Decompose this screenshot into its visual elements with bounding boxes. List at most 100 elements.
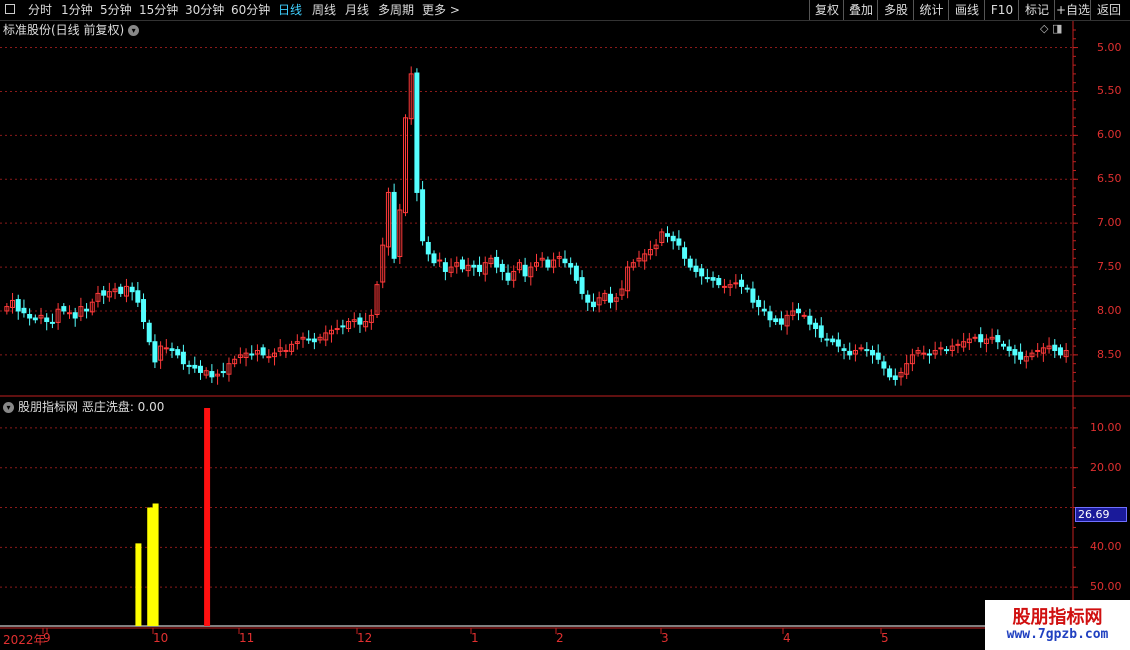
toolbar-button-8[interactable]: 返回 <box>1090 0 1127 20</box>
candlestick <box>27 313 33 319</box>
candlestick <box>739 279 745 287</box>
candlestick <box>1035 349 1041 352</box>
candlestick <box>431 253 437 264</box>
candlestick <box>209 371 215 378</box>
watermark-url: www.7gpzb.com <box>1006 627 1109 642</box>
candlestick <box>926 353 932 356</box>
stock-title[interactable]: 标准股份(日线 前复权) ▾ <box>3 21 140 38</box>
chevron-down-icon[interactable]: ▾ <box>128 25 140 36</box>
toolbar-button-4[interactable]: 画线 <box>948 0 985 20</box>
candlestick <box>306 338 312 341</box>
candlestick <box>505 272 511 281</box>
period-tab-10[interactable]: 更多 > <box>422 1 460 19</box>
candlestick <box>733 282 739 285</box>
current-value-badge: 26.69 <box>1075 507 1127 522</box>
period-tab-2[interactable]: 5分钟 <box>100 1 132 19</box>
candlestick <box>442 262 448 272</box>
diamond-icon[interactable]: ◇ <box>1040 22 1048 35</box>
indicator-tick-label: 50.00 <box>1090 580 1122 594</box>
candlestick <box>175 349 181 356</box>
candlestick <box>477 264 483 272</box>
candlestick <box>163 347 169 350</box>
candlestick <box>141 299 147 323</box>
indicator-title[interactable]: ▾ 股朋指标网 恶庄洗盘: 0.00 <box>3 398 164 415</box>
candlestick <box>72 312 78 319</box>
candlestick <box>955 343 961 346</box>
period-tab-8[interactable]: 月线 <box>345 1 369 19</box>
candlestick <box>818 325 824 338</box>
toolbar-button-3[interactable]: 统计 <box>913 0 949 20</box>
candlestick <box>414 72 420 193</box>
candlestick <box>978 334 984 343</box>
toolbar-button-5[interactable]: F10 <box>984 0 1019 20</box>
candlestick <box>721 285 727 288</box>
date-label: 2 <box>556 631 564 645</box>
date-label: 10 <box>153 631 169 645</box>
candlestick <box>710 277 716 281</box>
candlestick <box>1052 344 1058 351</box>
indicator-title-label: 股朋指标网 恶庄洗盘: 0.00 <box>18 400 165 414</box>
chevron-down-icon[interactable]: ▾ <box>3 402 14 413</box>
candlestick <box>197 365 203 373</box>
candlestick <box>459 259 465 270</box>
candlestick <box>841 348 847 351</box>
price-tick-label: 6.00 <box>1097 128 1122 142</box>
candlestick <box>972 336 978 339</box>
candlestick <box>471 264 477 268</box>
candlestick <box>687 258 693 268</box>
candlestick <box>807 315 813 325</box>
candlestick <box>220 371 226 374</box>
candlestick <box>357 317 363 325</box>
candlestick <box>1001 343 1006 347</box>
candlestick <box>761 308 767 312</box>
price-tick-label: 7.50 <box>1097 260 1122 274</box>
toolbar-button-2[interactable]: 多股 <box>877 0 914 20</box>
period-tab-5[interactable]: 60分钟 <box>231 1 270 19</box>
window-icon[interactable] <box>5 4 15 14</box>
period-tab-7[interactable]: 周线 <box>312 1 336 19</box>
period-tab-1[interactable]: 1分钟 <box>61 1 93 19</box>
chart-canvas[interactable] <box>0 0 1130 650</box>
candlestick <box>693 265 699 272</box>
period-tab-0[interactable]: 分时 <box>28 1 52 19</box>
candlestick <box>892 375 898 380</box>
panel-icons[interactable]: ◇ ◨ <box>1040 22 1062 35</box>
candlestick <box>135 290 141 303</box>
candlestick <box>249 353 255 356</box>
candlestick <box>169 348 175 351</box>
candlestick <box>801 314 807 317</box>
candlestick <box>545 259 551 268</box>
candlestick <box>1018 351 1024 360</box>
candlestick <box>1057 347 1063 356</box>
candlestick <box>579 277 585 294</box>
candlestick <box>875 352 881 360</box>
toolbar-button-0[interactable]: 复权 <box>809 0 844 20</box>
candlestick <box>824 338 830 341</box>
date-label: 9 <box>43 631 51 645</box>
candlestick <box>61 306 67 312</box>
candlestick <box>767 311 773 321</box>
candlestick <box>585 294 591 303</box>
toolbar-button-6[interactable]: 标记 <box>1018 0 1055 20</box>
candlestick <box>568 263 574 268</box>
candlestick <box>744 287 750 290</box>
date-label: 1 <box>471 631 479 645</box>
period-tab-4[interactable]: 30分钟 <box>185 1 224 19</box>
period-tab-9[interactable]: 多周期 <box>378 1 414 19</box>
indicator-bar <box>147 507 154 626</box>
window-toggle-icon[interactable]: ◨ <box>1052 22 1062 35</box>
candlestick <box>847 350 853 356</box>
candlestick <box>499 263 505 272</box>
period-tab-6[interactable]: 日线 <box>278 1 302 19</box>
candlestick <box>391 191 397 259</box>
candlestick <box>152 341 158 363</box>
indicator-bar <box>135 543 142 626</box>
period-tab-3[interactable]: 15分钟 <box>139 1 178 19</box>
candlestick <box>664 233 670 237</box>
toolbar-button-1[interactable]: 叠加 <box>843 0 878 20</box>
toolbar-button-7[interactable]: +自选 <box>1054 0 1091 20</box>
candlestick <box>835 339 841 347</box>
period-toolbar: 分时 1分钟 5分钟 15分钟 30分钟 60分钟 日线 周线 月线 多周期 更多 > 复权 叠加 多股… <box>0 0 1130 21</box>
date-label: 11 <box>239 631 255 645</box>
candlestick <box>334 328 340 331</box>
